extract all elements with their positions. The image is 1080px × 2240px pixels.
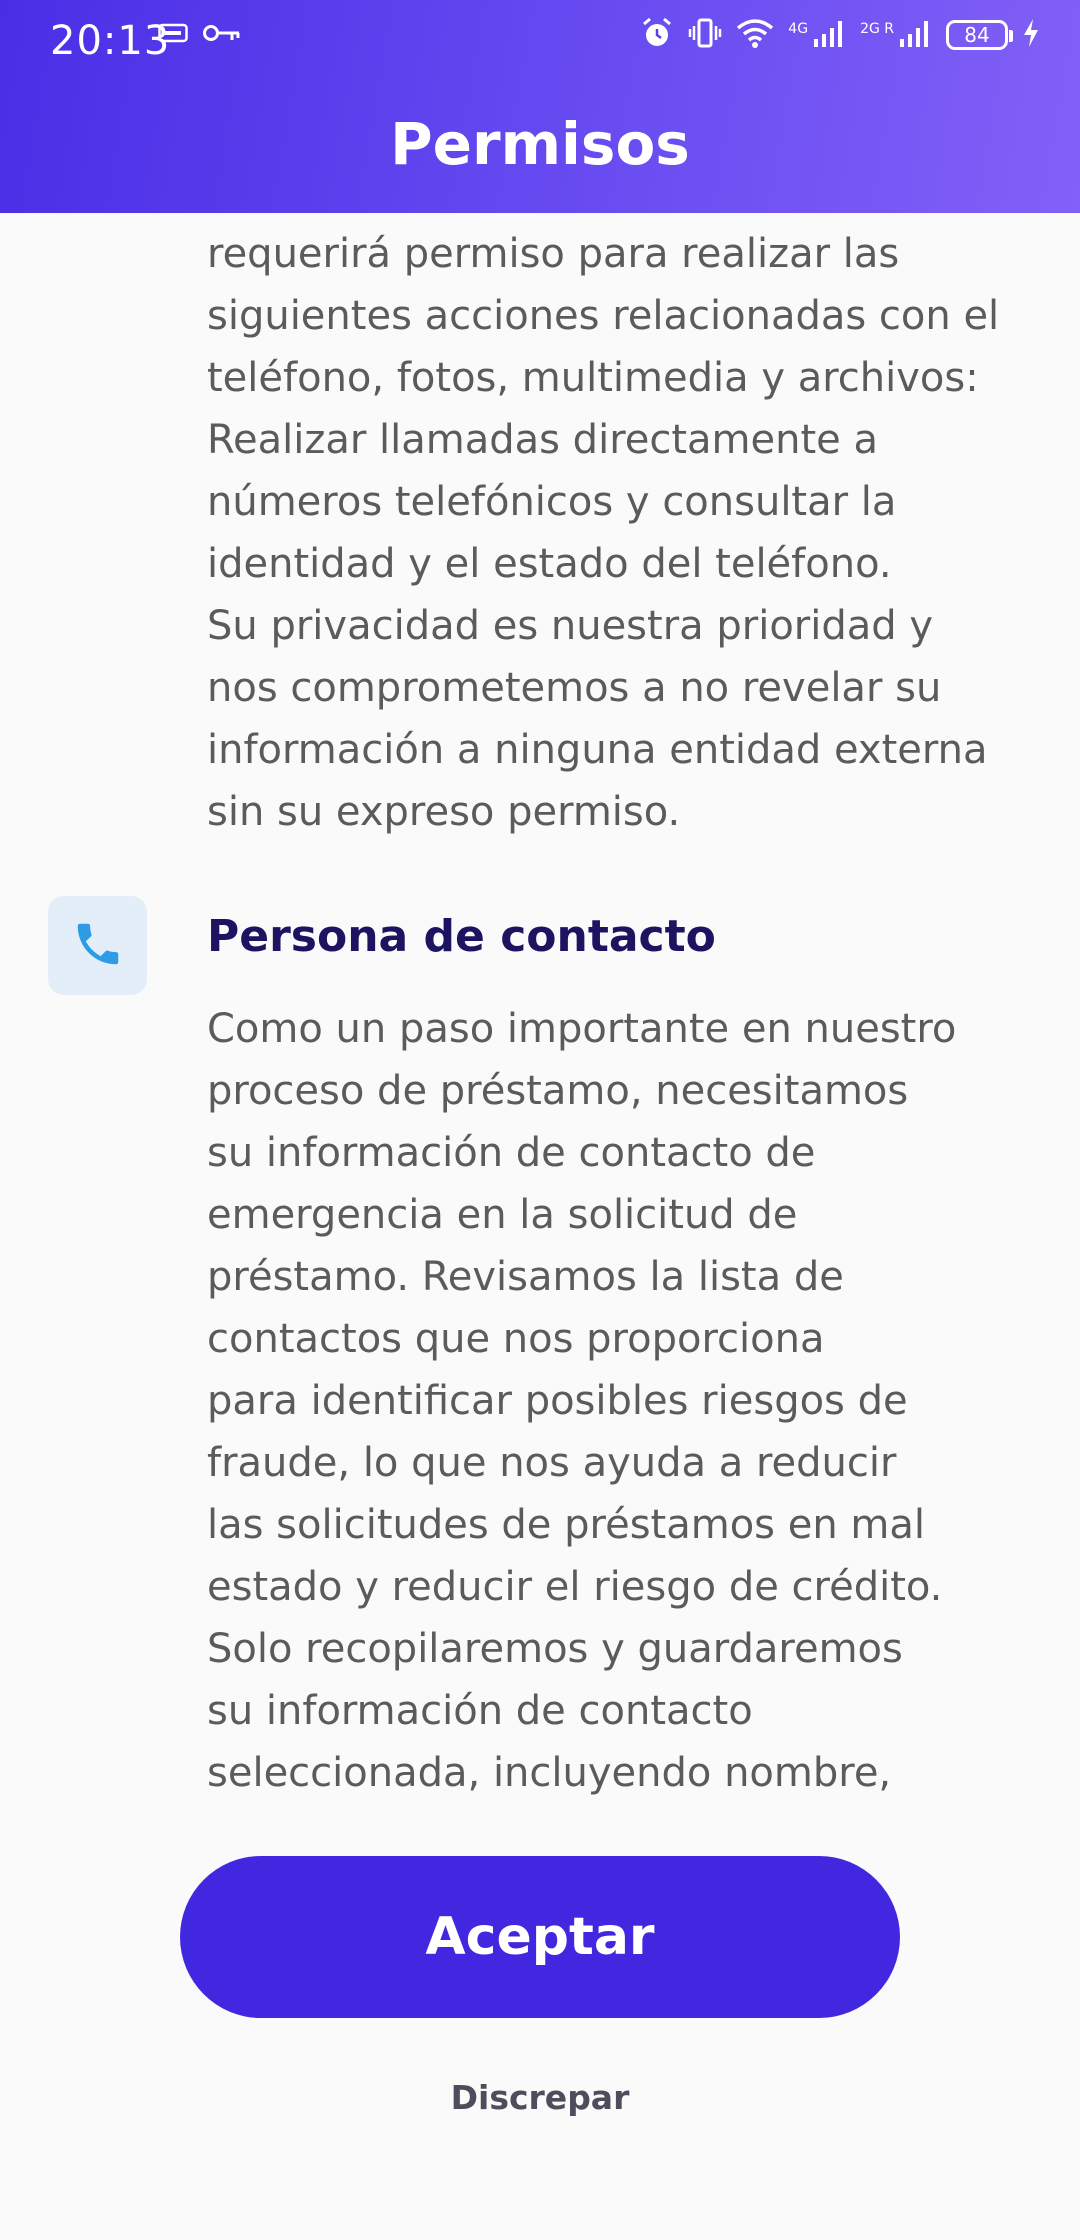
status-time: 20:13 xyxy=(50,18,171,64)
status-left-icons xyxy=(158,22,242,48)
hd-icon xyxy=(158,23,188,47)
signal-2g-icon xyxy=(898,17,932,53)
status-bar: 20:13 4G 2G R 84 xyxy=(0,0,1080,84)
app-header: 20:13 4G 2G R 84 Permisos xyxy=(0,0,1080,213)
charging-icon xyxy=(1022,17,1040,53)
alarm-icon xyxy=(640,16,674,54)
permission-description: requerirá permiso para realizar las sigu… xyxy=(207,231,1000,835)
permissions-content[interactable]: requerirá permiso para realizar las sigu… xyxy=(0,213,1080,1830)
contact-section-description: Como un paso importante en nuestro proce… xyxy=(207,1006,957,1796)
phone-icon xyxy=(71,917,125,975)
accept-button[interactable]: Aceptar xyxy=(180,1856,900,2018)
vpn-key-icon xyxy=(202,22,242,48)
battery-indicator: 84 xyxy=(946,20,1013,50)
signal-4g-icon xyxy=(812,17,846,53)
vibrate-icon xyxy=(688,16,722,54)
network-4g-label: 4G xyxy=(788,21,809,37)
page-title: Permisos xyxy=(390,110,690,178)
permissions-screen: 20:13 4G 2G R 84 Permisos requerirá perm… xyxy=(0,0,1080,2240)
network-2g-label: 2G R xyxy=(860,21,894,37)
wifi-icon xyxy=(736,17,774,53)
status-right-icons: 4G 2G R 84 xyxy=(640,16,1040,54)
contact-section-title: Persona de contacto xyxy=(207,911,716,962)
contact-section-icon-box xyxy=(48,896,147,995)
disagree-button[interactable]: Discrepar xyxy=(0,2078,1080,2117)
